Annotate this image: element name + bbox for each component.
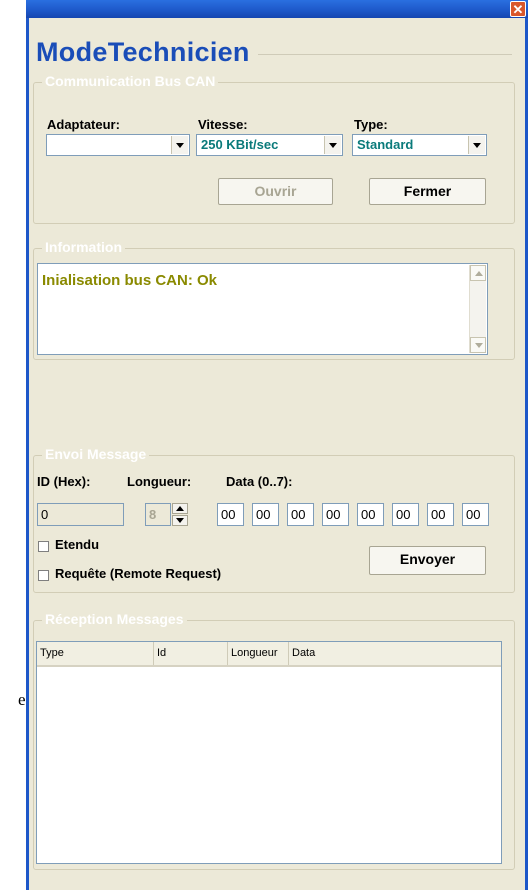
column-header-id[interactable]: Id (154, 642, 228, 665)
column-header-data[interactable]: Data (289, 642, 503, 665)
data-byte-4[interactable]: 00 (357, 503, 384, 526)
type-value: Standard (357, 137, 414, 152)
scroll-up-icon[interactable] (470, 265, 486, 281)
communication-group-title: Communication Bus CAN (42, 73, 219, 89)
adaptateur-select[interactable] (46, 134, 190, 156)
type-label: Type: (354, 117, 388, 132)
information-group-title: Information (42, 239, 125, 255)
chevron-down-icon[interactable] (324, 136, 341, 154)
data-byte-0[interactable]: 00 (217, 503, 244, 526)
envoyer-button[interactable]: Envoyer (369, 546, 486, 575)
chevron-down-icon[interactable] (171, 136, 188, 154)
type-select[interactable]: Standard (352, 134, 487, 156)
data-byte-3[interactable]: 00 (322, 503, 349, 526)
id-field[interactable]: 0 (37, 503, 124, 526)
column-header-longueur[interactable]: Longueur (228, 642, 289, 665)
information-textarea[interactable]: Inialisation bus CAN: Ok (37, 263, 488, 355)
longueur-label: Longueur: (127, 474, 192, 489)
data-label: Data (0..7): (226, 474, 293, 489)
left-strip (0, 0, 26, 890)
ouvrir-button[interactable]: Ouvrir (218, 178, 333, 205)
close-icon[interactable]: ✕ (510, 1, 526, 17)
information-text: Inialisation bus CAN: Ok (42, 272, 218, 289)
data-byte-6[interactable]: 00 (427, 503, 454, 526)
etendu-checkbox[interactable] (38, 541, 49, 552)
fermer-button[interactable]: Fermer (369, 178, 486, 205)
vitesse-value: 250 KBit/sec (201, 137, 279, 152)
requete-label: Requête (Remote Request) (55, 566, 222, 581)
envoi-group-title: Envoi Message (42, 446, 150, 462)
reception-group-title: Réception Messages (42, 611, 187, 627)
data-byte-1[interactable]: 00 (252, 503, 279, 526)
vitesse-label: Vitesse: (198, 117, 248, 132)
data-byte-7[interactable]: 00 (462, 503, 489, 526)
chevron-down-icon[interactable] (468, 136, 485, 154)
reception-list[interactable]: Type Id Longueur Data (36, 641, 502, 864)
chevron-down-icon[interactable] (172, 515, 188, 526)
column-header-type[interactable]: Type (37, 642, 154, 665)
chevron-up-icon[interactable] (172, 503, 188, 514)
reception-list-header: Type Id Longueur Data (37, 642, 501, 667)
scroll-down-icon[interactable] (470, 337, 486, 353)
requete-checkbox[interactable] (38, 570, 49, 581)
vitesse-select[interactable]: 250 KBit/sec (196, 134, 343, 156)
etendu-label: Etendu (55, 537, 100, 552)
longueur-stepper[interactable] (172, 503, 188, 526)
data-byte-5[interactable]: 00 (392, 503, 419, 526)
title-bar: ✕ (26, 0, 528, 18)
app-title: ModeTechnicien (36, 37, 258, 68)
data-byte-2[interactable]: 00 (287, 503, 314, 526)
longueur-field[interactable]: 8 (145, 503, 171, 526)
id-label: ID (Hex): (37, 474, 91, 489)
stray-character: e (18, 690, 26, 709)
adaptateur-label: Adaptateur: (47, 117, 120, 132)
vertical-scrollbar[interactable] (469, 265, 486, 353)
